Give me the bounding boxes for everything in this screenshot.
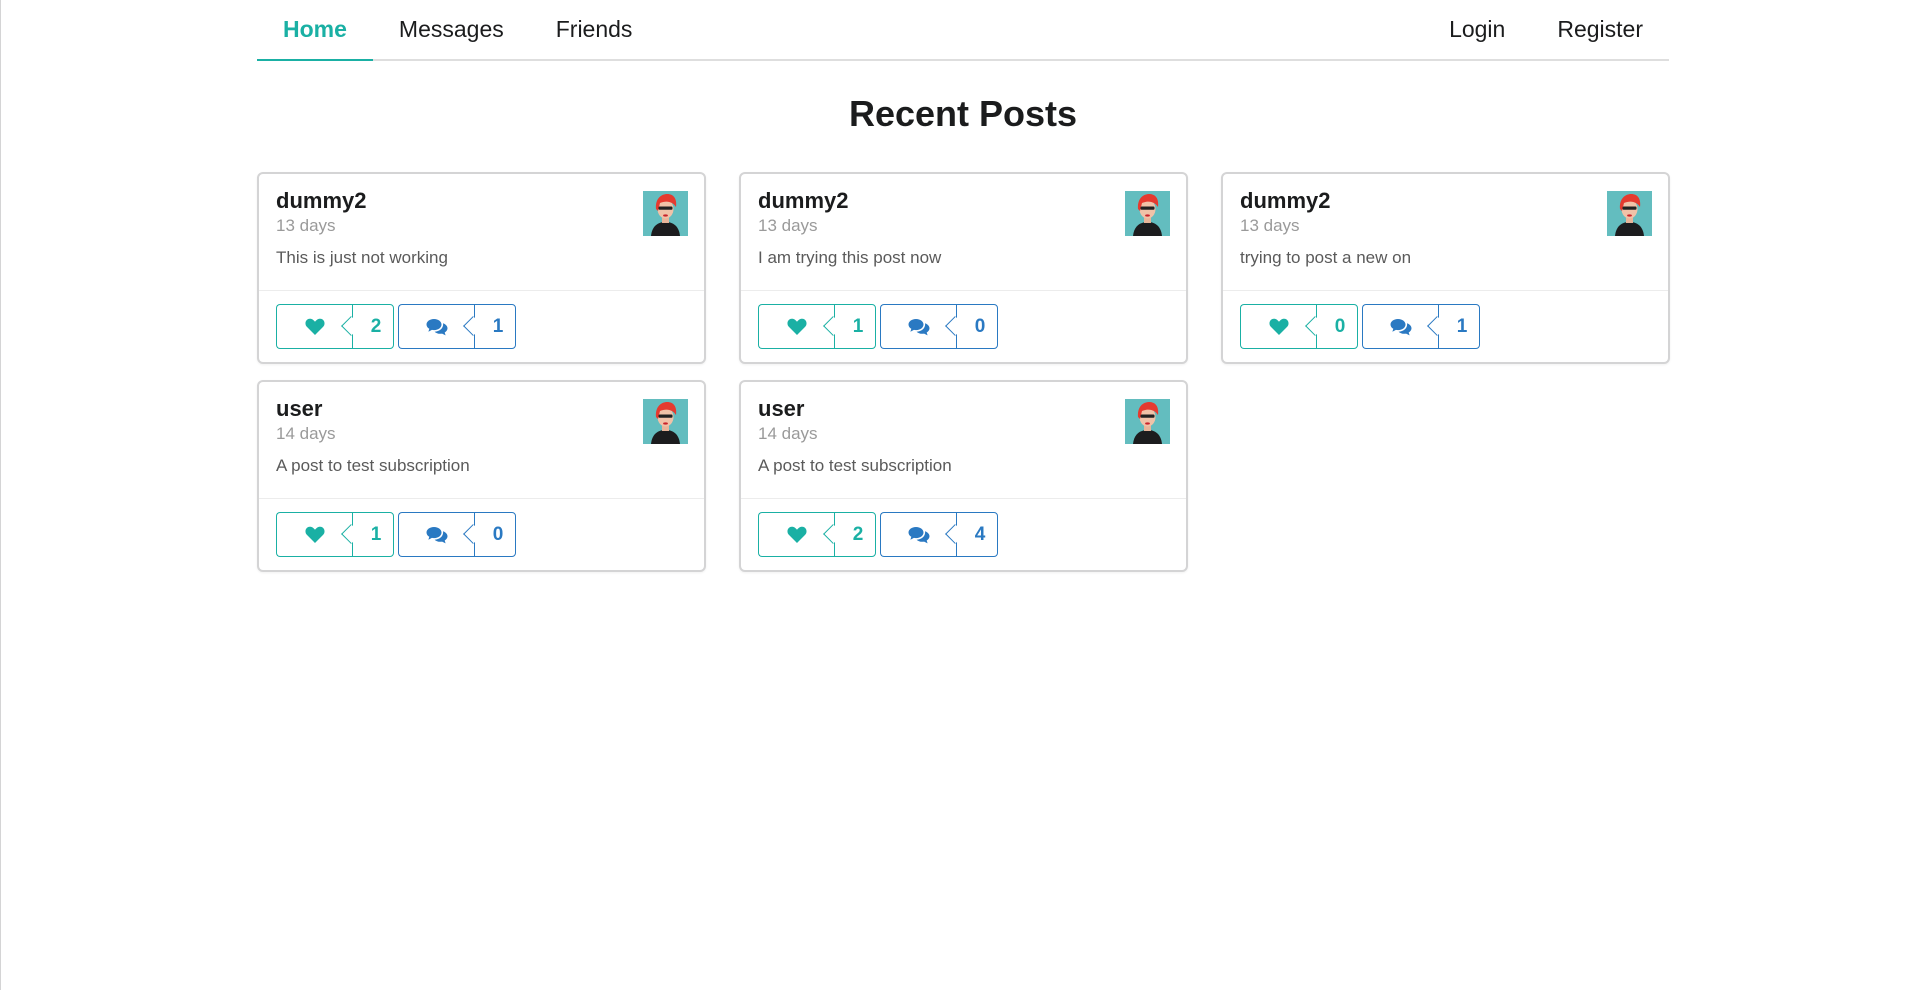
- comment-button-icon-area[interactable]: [398, 304, 474, 349]
- comments-icon: [426, 526, 447, 543]
- post-card: dummy2 13 days trying to post a new on 0: [1221, 172, 1670, 364]
- post-text: A post to test subscription: [276, 456, 470, 475]
- post-actions: 0 1: [1223, 291, 1668, 364]
- comment-button[interactable]: 1: [398, 304, 516, 349]
- post-card: user 14 days A post to test subscription…: [739, 380, 1188, 572]
- nav-register[interactable]: Register: [1531, 0, 1669, 61]
- comment-count[interactable]: 1: [474, 304, 516, 349]
- post-content: dummy2 13 days This is just not working: [259, 174, 704, 291]
- comment-button[interactable]: 0: [880, 304, 998, 349]
- like-count[interactable]: 2: [834, 512, 876, 557]
- post-time: 14 days: [276, 424, 336, 443]
- comment-button-icon-area[interactable]: [1362, 304, 1438, 349]
- post-actions: 1 0: [259, 499, 704, 572]
- like-count[interactable]: 1: [352, 512, 394, 557]
- comment-count[interactable]: 0: [956, 304, 998, 349]
- like-button[interactable]: 2: [758, 512, 876, 557]
- comment-button[interactable]: 4: [880, 512, 998, 557]
- comments-icon: [1390, 318, 1411, 335]
- heart-icon: [304, 526, 325, 543]
- post-grid: dummy2 13 days This is just not working …: [257, 172, 1670, 572]
- like-button-icon-area[interactable]: [276, 512, 352, 557]
- post-author[interactable]: user: [758, 396, 1169, 422]
- page: Home Messages Friends Login Register Rec…: [0, 0, 1918, 990]
- heart-icon: [786, 318, 807, 335]
- post-time: 14 days: [758, 424, 818, 443]
- like-count[interactable]: 1: [834, 304, 876, 349]
- post-text: A post to test subscription: [758, 456, 952, 475]
- comment-button-icon-area[interactable]: [398, 512, 474, 557]
- comments-icon: [426, 318, 447, 335]
- like-count[interactable]: 2: [352, 304, 394, 349]
- post-actions: 2 1: [259, 291, 704, 364]
- like-button-icon-area[interactable]: [276, 304, 352, 349]
- page-title: Recent Posts: [848, 93, 1078, 134]
- nav-login[interactable]: Login: [1423, 0, 1531, 61]
- post-time: 13 days: [758, 216, 818, 235]
- nav-home[interactable]: Home: [257, 0, 373, 61]
- post-content: user 14 days A post to test subscription: [741, 382, 1186, 499]
- avatar-image: [1125, 399, 1170, 444]
- comments-icon: [908, 318, 929, 335]
- post-author[interactable]: dummy2: [1240, 188, 1651, 214]
- post-author[interactable]: user: [276, 396, 687, 422]
- like-button[interactable]: 1: [758, 304, 876, 349]
- like-button[interactable]: 0: [1240, 304, 1358, 349]
- post-card: user 14 days A post to test subscription…: [257, 380, 706, 572]
- nav-right: Login Register: [1423, 0, 1669, 59]
- like-button[interactable]: 1: [276, 512, 394, 557]
- like-button-icon-area[interactable]: [758, 512, 834, 557]
- avatar-image: [1125, 191, 1170, 236]
- comments-icon: [908, 526, 929, 543]
- post-content: dummy2 13 days I am trying this post now: [741, 174, 1186, 291]
- post-actions: 1 0: [741, 291, 1186, 364]
- post-text: This is just not working: [276, 248, 448, 267]
- heart-icon: [786, 526, 807, 543]
- post-card: dummy2 13 days This is just not working …: [257, 172, 706, 364]
- post-author[interactable]: dummy2: [276, 188, 687, 214]
- like-button-icon-area[interactable]: [1240, 304, 1316, 349]
- comment-count[interactable]: 0: [474, 512, 516, 557]
- heart-icon: [1268, 318, 1289, 335]
- comment-count[interactable]: 1: [1438, 304, 1480, 349]
- post-time: 13 days: [1240, 216, 1300, 235]
- heart-icon: [304, 318, 325, 335]
- comment-button-icon-area[interactable]: [880, 512, 956, 557]
- post-card: dummy2 13 days I am trying this post now…: [739, 172, 1188, 364]
- like-button[interactable]: 2: [276, 304, 394, 349]
- nav-friends[interactable]: Friends: [530, 0, 659, 61]
- like-button-icon-area[interactable]: [758, 304, 834, 349]
- post-actions: 2 4: [741, 499, 1186, 572]
- top-menu: Home Messages Friends Login Register: [257, 0, 1669, 61]
- like-count[interactable]: 0: [1316, 304, 1358, 349]
- avatar-image: [643, 399, 688, 444]
- avatar-image: [643, 191, 688, 236]
- comment-count[interactable]: 4: [956, 512, 998, 557]
- post-content: user 14 days A post to test subscription: [259, 382, 704, 499]
- post-content: dummy2 13 days trying to post a new on: [1223, 174, 1668, 291]
- avatar-image: [1607, 191, 1652, 236]
- comment-button[interactable]: 1: [1362, 304, 1480, 349]
- post-time: 13 days: [276, 216, 336, 235]
- comment-button[interactable]: 0: [398, 512, 516, 557]
- post-author[interactable]: dummy2: [758, 188, 1169, 214]
- post-text: trying to post a new on: [1240, 248, 1412, 267]
- nav-messages[interactable]: Messages: [373, 0, 530, 61]
- post-text: I am trying this post now: [758, 248, 942, 267]
- comment-button-icon-area[interactable]: [880, 304, 956, 349]
